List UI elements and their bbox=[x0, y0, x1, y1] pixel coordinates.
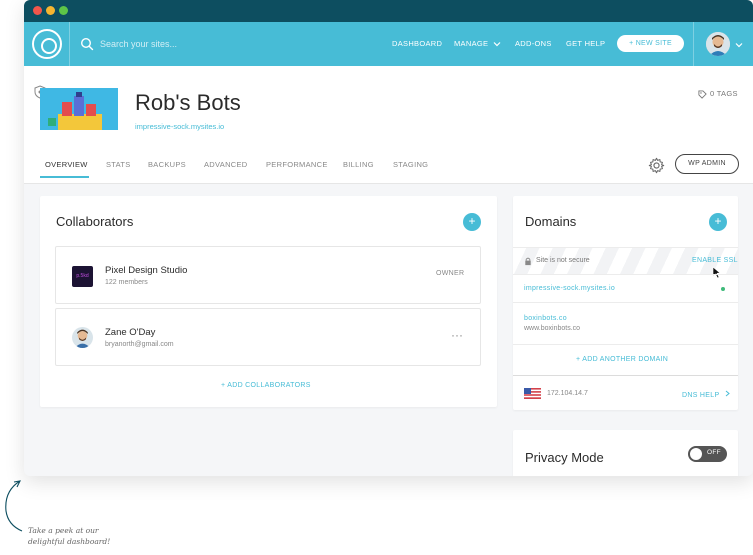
collaborator-name: Zane O'Day bbox=[105, 327, 156, 338]
tab-stats[interactable]: STATS bbox=[106, 160, 131, 169]
chevron-down-icon bbox=[493, 42, 501, 47]
privacy-mode-toggle[interactable]: OFF bbox=[688, 446, 727, 462]
team-logo-icon: p.5kd bbox=[72, 266, 93, 287]
dns-help-label: DNS HELP bbox=[682, 392, 720, 399]
tab-staging[interactable]: STAGING bbox=[393, 160, 428, 169]
site-url-link[interactable]: impressive-sock.mysites.io bbox=[135, 122, 224, 131]
primary-domain-row[interactable]: impressive-sock.mysites.io bbox=[513, 274, 738, 302]
team-badge-text: p.5kd bbox=[76, 273, 89, 279]
secondary-domain-link[interactable]: boxinbots.co bbox=[524, 315, 567, 322]
tab-performance[interactable]: PERFORMANCE bbox=[266, 160, 328, 169]
nav-get-help-link[interactable]: GET HELP bbox=[566, 39, 605, 48]
search-icon bbox=[80, 37, 94, 51]
wp-admin-button[interactable]: WP ADMIN bbox=[675, 154, 739, 174]
tags-count-label: 0 TAGS bbox=[710, 89, 738, 98]
us-flag-icon bbox=[524, 388, 541, 399]
site-thumbnail-image[interactable] bbox=[40, 88, 118, 130]
add-domain-button[interactable]: + bbox=[709, 213, 727, 231]
search-input[interactable] bbox=[100, 34, 250, 54]
collaborators-title: Collaborators bbox=[56, 214, 134, 229]
tags-button[interactable]: 0 TAGS bbox=[698, 89, 738, 99]
role-badge: OWNER bbox=[436, 270, 465, 277]
tab-billing[interactable]: BILLING bbox=[343, 160, 374, 169]
active-tab-indicator bbox=[40, 176, 89, 178]
nav-manage-label: MANAGE bbox=[454, 39, 489, 48]
add-domain-row: + ADD ANOTHER DOMAIN bbox=[513, 344, 738, 374]
minimize-window-button[interactable] bbox=[46, 6, 55, 15]
collaborator-name: Pixel Design Studio bbox=[105, 265, 188, 276]
status-online-dot bbox=[721, 287, 725, 291]
window-titlebar bbox=[24, 0, 753, 22]
gear-icon[interactable] bbox=[648, 157, 665, 174]
maximize-window-button[interactable] bbox=[59, 6, 68, 15]
chevron-right-icon bbox=[725, 390, 730, 397]
tab-backups[interactable]: BACKUPS bbox=[148, 160, 186, 169]
secondary-domain-www: www.boxinbots.co bbox=[524, 325, 581, 332]
site-title: Rob's Bots bbox=[135, 90, 241, 115]
add-another-domain-link[interactable]: + ADD ANOTHER DOMAIN bbox=[576, 356, 668, 363]
navbar-divider bbox=[693, 22, 694, 66]
add-collaborators-link[interactable]: + ADD COLLABORATORS bbox=[221, 382, 311, 389]
user-avatar[interactable] bbox=[706, 32, 730, 56]
collaborator-row[interactable]: Zane O'Day bryanorth@gmail.com ··· bbox=[55, 308, 481, 366]
caption-line-1: Take a peek at our bbox=[28, 526, 99, 535]
tab-overview[interactable]: OVERVIEW bbox=[45, 160, 88, 169]
robots-illustration-icon bbox=[40, 88, 118, 130]
caption-line-2: delightful dashboard! bbox=[28, 537, 111, 546]
toggle-knob bbox=[690, 448, 702, 460]
nav-addons-link[interactable]: ADD-ONS bbox=[515, 39, 552, 48]
add-collaborator-button[interactable]: + bbox=[463, 213, 481, 231]
promo-caption: Take a peek at our delightful dashboard! bbox=[28, 525, 110, 547]
site-header: Rob's Bots impressive-sock.mysites.io 0 … bbox=[24, 66, 753, 184]
navbar-divider bbox=[69, 22, 70, 66]
more-options-icon[interactable]: ··· bbox=[451, 328, 463, 342]
enable-ssl-link[interactable]: ENABLE SSL bbox=[692, 257, 738, 264]
app-window: DASHBOARD MANAGE ADD-ONS GET HELP + NEW … bbox=[24, 0, 753, 476]
chevron-down-icon[interactable] bbox=[735, 42, 743, 48]
privacy-title: Privacy Mode bbox=[525, 450, 604, 465]
secondary-domain-row[interactable]: boxinbots.co www.boxinbots.co bbox=[513, 302, 738, 344]
collaborators-card: Collaborators + p.5kd Pixel Design Studi… bbox=[40, 196, 497, 407]
tag-icon bbox=[698, 89, 707, 99]
toggle-state-label: OFF bbox=[707, 449, 721, 456]
new-site-button[interactable]: + NEW SITE bbox=[617, 35, 684, 52]
dns-help-link[interactable]: DNS HELP bbox=[682, 390, 730, 399]
collaborator-avatar bbox=[72, 327, 93, 348]
domains-title: Domains bbox=[525, 214, 577, 229]
user-face-icon bbox=[706, 32, 730, 56]
nav-manage-link[interactable]: MANAGE bbox=[454, 39, 501, 48]
domains-card: Domains + Site is not secure ENABLE SSL … bbox=[513, 196, 738, 410]
primary-domain-link[interactable]: impressive-sock.mysites.io bbox=[524, 285, 615, 292]
ip-address: 172.104.14.7 bbox=[547, 390, 588, 397]
collaborator-row[interactable]: p.5kd Pixel Design Studio 122 members OW… bbox=[55, 246, 481, 304]
lock-icon bbox=[525, 257, 531, 266]
close-window-button[interactable] bbox=[33, 6, 42, 15]
brand-logo-icon[interactable] bbox=[32, 29, 62, 59]
nav-dashboard-link[interactable]: DASHBOARD bbox=[392, 39, 442, 48]
ssl-status-row: Site is not secure ENABLE SSL bbox=[513, 247, 738, 274]
collaborator-members: 122 members bbox=[105, 279, 148, 286]
top-navbar: DASHBOARD MANAGE ADD-ONS GET HELP + NEW … bbox=[24, 22, 753, 66]
dns-row: 172.104.14.7 DNS HELP bbox=[513, 375, 738, 410]
collaborator-email: bryanorth@gmail.com bbox=[105, 341, 174, 348]
user-face-icon bbox=[74, 329, 91, 348]
tab-advanced[interactable]: ADVANCED bbox=[204, 160, 248, 169]
curved-arrow-icon bbox=[5, 480, 23, 532]
ssl-status-text: Site is not secure bbox=[536, 257, 590, 264]
